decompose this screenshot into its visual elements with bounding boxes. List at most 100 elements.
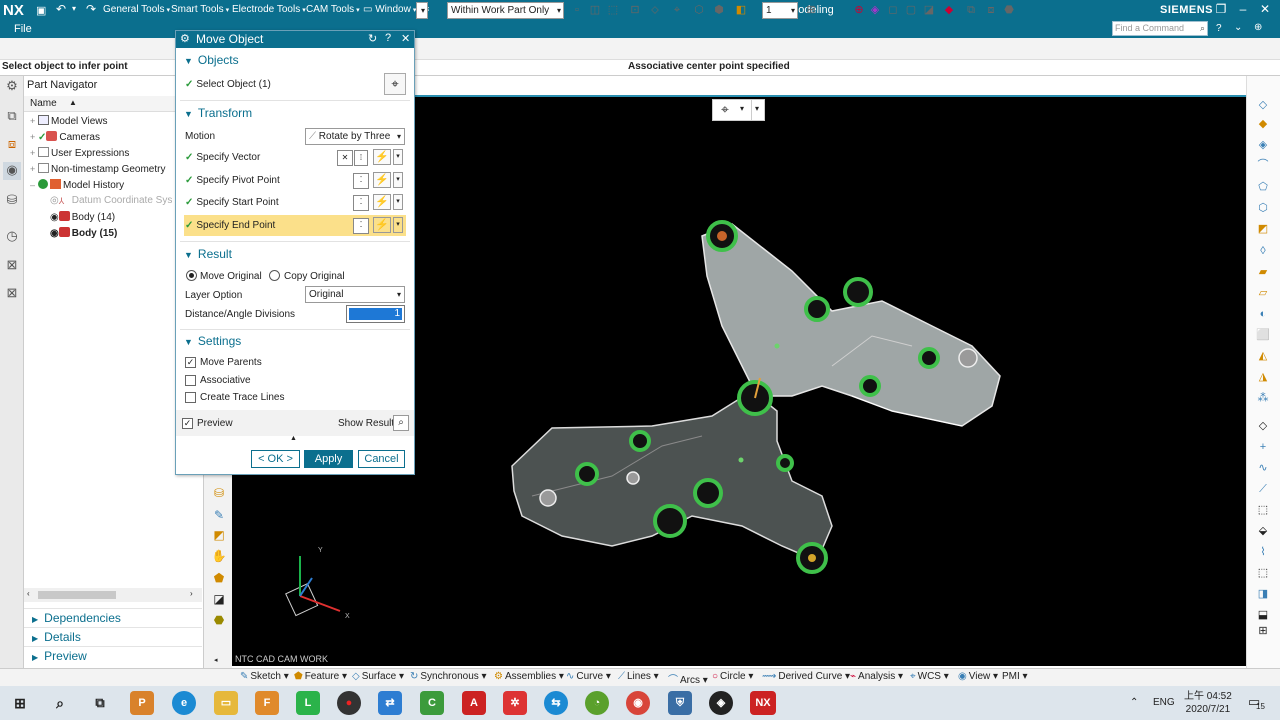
helix-icon[interactable]: ⌇ [1256, 545, 1270, 559]
menu-electrode-tools[interactable]: Electrode Tools ▾ [232, 4, 306, 15]
chamfer-icon[interactable]: ◭ [1256, 349, 1270, 363]
copy-view-icon[interactable]: ⧉ [964, 3, 978, 17]
close-icon[interactable]: ✕ [1258, 2, 1272, 16]
camtasia-icon[interactable]: C [420, 691, 444, 715]
process-studio-icon[interactable]: ⊠ [3, 285, 21, 303]
cmd-analysis[interactable]: ⌁ Analysis ▾ [850, 671, 903, 682]
select-all-icon[interactable]: ▫ [570, 3, 584, 17]
cmd-circle[interactable]: ○ Circle ▾ [712, 671, 753, 682]
foxit-icon[interactable]: F [255, 691, 279, 715]
tree-item-user-expressions[interactable]: + User Expressions [30, 147, 129, 159]
specify-start-row[interactable]: ✓ Specify Start Point [185, 197, 279, 208]
copy-original-label[interactable]: Copy Original [284, 271, 345, 282]
deselect-icon[interactable]: ◫ [588, 3, 602, 17]
save-icon[interactable]: ▣ [36, 4, 46, 17]
section-view-icon[interactable]: ◪ [922, 3, 936, 17]
show-hide-icon[interactable]: ⊕ [852, 3, 866, 17]
selection-intent-icon[interactable]: ⬚ [606, 3, 620, 17]
nx-taskbar-icon[interactable]: NX [750, 691, 776, 715]
vector-axis-icon[interactable]: ⁞ [354, 150, 368, 166]
show-result-button[interactable]: ⌕ [393, 415, 409, 431]
sweep-icon[interactable]: ◈ [1256, 138, 1270, 152]
spline-icon[interactable]: ∿ [1256, 461, 1270, 475]
wireframe-icon[interactable]: ▢ [904, 3, 918, 17]
remote-app-icon[interactable]: ⇄ [378, 691, 402, 715]
chrome-icon[interactable]: ◉ [626, 691, 650, 715]
preview-checkbox[interactable]: ✓ [182, 418, 193, 429]
panel-preview[interactable]: ▶ Preview [24, 646, 202, 664]
snap-point-icon[interactable]: ⊡ [628, 3, 642, 17]
ribbon-toggle-icon[interactable]: ⌄ [1234, 22, 1242, 33]
part-navigator-icon[interactable]: ◉ [3, 162, 21, 180]
system-materials-icon[interactable]: ⊠ [3, 257, 21, 275]
panel-dependencies[interactable]: ▶ Dependencies [24, 608, 202, 626]
text-curve-icon[interactable]: ⬚ [1256, 566, 1270, 580]
start-inference-icon[interactable]: ⚡ [373, 194, 391, 210]
cmd-arcs[interactable]: ⌒ Arcs ▾ [668, 671, 708, 686]
move-parents-checkbox[interactable]: ✓ [185, 357, 196, 368]
scrollbar-thumb[interactable] [38, 591, 116, 599]
restore-icon[interactable]: ❐ [1214, 2, 1228, 16]
tray-expand-icon[interactable]: ⌃ [1130, 697, 1138, 708]
move-original-label[interactable]: Move Original [200, 271, 262, 282]
apply-button[interactable]: Apply [304, 450, 353, 468]
trim-icon[interactable]: ◪ [211, 592, 227, 608]
menu-window[interactable]: ▭ Window ▾ [363, 4, 416, 15]
task-view-icon[interactable]: ⧉ [88, 691, 112, 715]
point-dialog-icon[interactable]: ⁚ [353, 195, 369, 211]
dialog-help-icon[interactable]: ? [385, 32, 391, 44]
move-face-icon[interactable]: ◩ [211, 528, 227, 544]
divisions-input[interactable]: 1 [346, 305, 405, 323]
face-icon[interactable]: ◆ [1256, 117, 1270, 131]
component-icon[interactable]: ⬡ [692, 3, 706, 17]
tree-item-non-timestamp[interactable]: + Non-timestamp Geometry [30, 163, 165, 175]
specify-vector-row[interactable]: ✓ Specify Vector [185, 152, 260, 163]
windows-start-icon[interactable]: ⊞ [8, 691, 32, 715]
undo-dropdown-icon[interactable]: ▾ [72, 4, 76, 13]
assembly-icon[interactable]: ⬢ [712, 3, 726, 17]
pattern-icon[interactable]: ⁂ [1256, 391, 1270, 405]
create-trace-label[interactable]: Create Trace Lines [200, 392, 285, 403]
scope-filter-dropdown[interactable]: Within Work Part Only ▾ [447, 2, 564, 19]
cmd-lines[interactable]: ⟋ Lines ▾ [618, 671, 659, 682]
blend-icon[interactable]: ◐ [1256, 307, 1270, 321]
cmd-pmi[interactable]: PMI ▾ [1002, 671, 1028, 682]
cmd-view[interactable]: ◉ View ▾ [958, 671, 998, 682]
edge-browser-icon[interactable]: e [172, 691, 196, 715]
box-icon[interactable]: ⬜ [1256, 328, 1270, 342]
point-dialog-icon[interactable]: ⁚ [353, 173, 369, 189]
multi-view-icon[interactable]: ⧈ [984, 3, 998, 17]
collapse-icon[interactable]: ◂ [214, 656, 218, 664]
cmd-synchronous[interactable]: ↻ Synchronous ▾ [410, 671, 487, 682]
redo-icon[interactable]: ↷ [86, 2, 96, 16]
reuse-library-icon[interactable]: ⛁ [3, 192, 21, 210]
cmd-sketch[interactable]: ✎ Sketch ▾ [240, 671, 289, 682]
cancel-button[interactable]: Cancel [358, 450, 405, 468]
type-filter-dropdown[interactable]: ▾ [416, 2, 428, 19]
section-result[interactable]: ▼ Result [184, 247, 232, 261]
minimize-icon[interactable]: – [1236, 2, 1250, 16]
constraint-navigator-icon[interactable]: ⧈ [3, 136, 21, 154]
file-explorer-icon[interactable]: ▭ [214, 691, 238, 715]
pull-icon[interactable]: ✋ [211, 549, 227, 565]
associative-label[interactable]: Associative [200, 375, 251, 386]
end-dropdown-icon[interactable]: ▾ [393, 217, 403, 233]
tree-item-body-15[interactable]: ◉ Body (15) [50, 227, 117, 239]
highlight-icon[interactable]: ◆ [942, 3, 956, 17]
replace-face-icon[interactable]: ⬣ [211, 613, 227, 629]
cmd-derived-curve[interactable]: ⟿ Derived Curve ▾ [762, 671, 850, 682]
panel-details[interactable]: ▶ Details [24, 627, 202, 645]
teamviewer-icon[interactable]: ⇆ [544, 691, 568, 715]
record-app-icon[interactable]: ● [337, 691, 361, 715]
help-icon[interactable]: ? [1216, 23, 1222, 34]
dialog-title-bar[interactable]: ⚙ Move Object ↻ ? ✕ [176, 31, 414, 48]
scroll-right-icon[interactable]: › [190, 589, 193, 598]
section-objects[interactable]: ▼ Objects [184, 53, 239, 67]
more-icon[interactable]: ⊕ [1254, 22, 1262, 33]
dialog-settings-icon[interactable]: ⚙ [180, 32, 190, 45]
cmd-wcs[interactable]: ⌖ WCS ▾ [910, 671, 949, 682]
section-settings[interactable]: ▼ Settings [184, 334, 241, 348]
offset-face-icon[interactable]: ▱ [1256, 286, 1270, 300]
datum-plane-icon[interactable]: ◇ [1256, 419, 1270, 433]
menu-cam-tools[interactable]: CAM Tools ▾ [306, 4, 360, 15]
